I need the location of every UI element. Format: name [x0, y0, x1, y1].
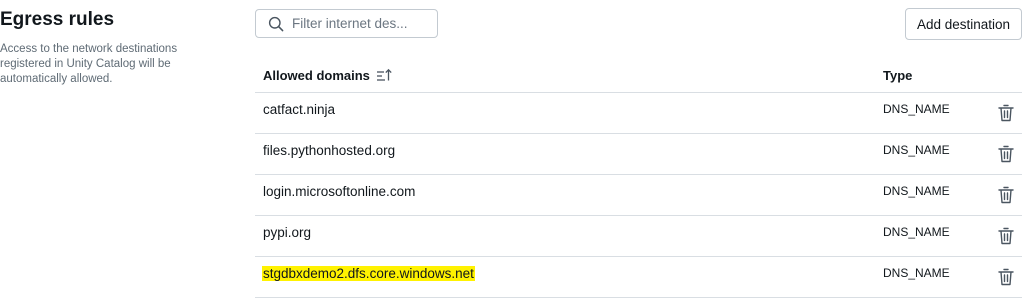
delete-button[interactable]	[997, 104, 1015, 124]
type-cell: DNS_NAME	[883, 102, 950, 116]
type-cell: DNS_NAME	[883, 225, 950, 239]
delete-button[interactable]	[997, 186, 1015, 206]
delete-button[interactable]	[997, 145, 1015, 165]
trash-icon	[998, 268, 1014, 286]
domain-cell: login.microsoftonline.com	[263, 184, 416, 199]
section-description: Access to the network destinations regis…	[0, 43, 178, 85]
table-row: files.pythonhosted.org DNS_NAME	[255, 134, 1022, 175]
table-header: Allowed domains Type	[255, 53, 1022, 93]
table-row: pypi.org DNS_NAME	[255, 216, 1022, 257]
trash-icon	[998, 227, 1014, 245]
domain-cell-highlighted: stgdbxdemo2.dfs.core.windows.net	[262, 266, 475, 281]
filter-search-box[interactable]	[255, 9, 438, 38]
add-destination-button[interactable]: Add destination	[905, 8, 1022, 40]
domain-cell: pypi.org	[263, 225, 312, 240]
column-header-type: Type	[883, 68, 913, 83]
table-row: login.microsoftonline.com DNS_NAME	[255, 175, 1022, 216]
delete-button[interactable]	[997, 227, 1015, 247]
type-cell: DNS_NAME	[883, 266, 950, 280]
domain-cell: files.pythonhosted.org	[263, 143, 396, 158]
domain-cell: catfact.ninja	[263, 102, 336, 117]
table-row: catfact.ninja DNS_NAME	[255, 93, 1022, 134]
type-cell: DNS_NAME	[883, 184, 950, 198]
table-row: stgdbxdemo2.dfs.core.windows.net DNS_NAM…	[255, 257, 1022, 298]
sort-ascending-icon[interactable]	[376, 68, 392, 82]
section-title: Egress rules	[0, 9, 115, 30]
delete-button[interactable]	[997, 268, 1015, 288]
type-cell: DNS_NAME	[883, 143, 950, 157]
trash-icon	[998, 104, 1014, 122]
allowed-domains-table: Allowed domains Type catfact.ninja DNS_N…	[255, 53, 1022, 298]
filter-input[interactable]	[292, 14, 432, 33]
search-icon	[268, 16, 284, 32]
trash-icon	[998, 145, 1014, 163]
column-header-domain-label: Allowed domains	[263, 68, 370, 83]
column-header-domain[interactable]: Allowed domains	[263, 68, 392, 83]
trash-icon	[998, 186, 1014, 204]
